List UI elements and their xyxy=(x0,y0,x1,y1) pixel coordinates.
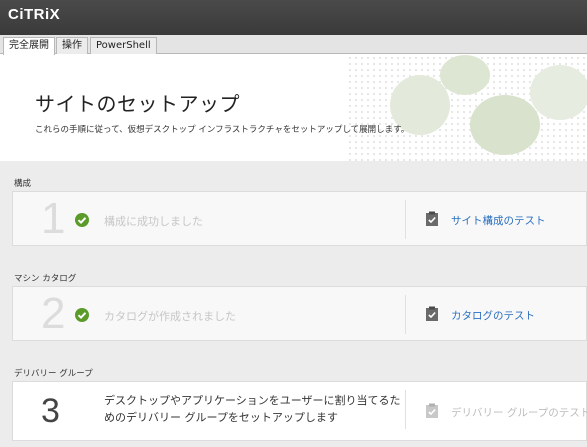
page-subtitle: これらの手順に従って、仮想デスクトップ インフラストラクチャをセットアップして展… xyxy=(35,125,410,135)
step-card-configuration: 1 構成に成功しました サイト構成のテスト xyxy=(12,191,587,246)
clipboard-check-icon xyxy=(426,306,438,321)
setup-steps: 構成 1 構成に成功しました サイト構成のテスト マシン カタログ 2 カタログ… xyxy=(0,161,587,447)
tab-bar: 完全展開 操作 PowerShell xyxy=(0,35,587,55)
divider xyxy=(405,390,406,429)
section-label-machine-catalog: マシン カタログ xyxy=(14,274,77,284)
tab-full-deployment[interactable]: 完全展開 xyxy=(3,37,55,55)
success-check-icon xyxy=(75,213,89,227)
hero-decoration xyxy=(530,65,587,120)
step-number: 2 xyxy=(41,289,66,338)
test-link-label: カタログのテスト xyxy=(451,310,535,322)
tab-operations[interactable]: 操作 xyxy=(56,37,88,54)
section-label-delivery-group: デリバリー グループ xyxy=(14,369,93,379)
section-label-configuration: 構成 xyxy=(14,179,32,189)
clipboard-check-icon xyxy=(426,403,438,418)
step-status: 構成に成功しました xyxy=(104,215,203,228)
step-card-machine-catalog: 2 カタログが作成されました カタログのテスト xyxy=(12,286,587,341)
success-check-icon xyxy=(75,308,89,322)
step-description: デスクトップやアプリケーションをユーザーに割り当てるためのデリバリー グループを… xyxy=(104,394,401,424)
hero-decoration xyxy=(440,55,490,95)
step-card-delivery-group[interactable]: 3 デスクトップやアプリケーションをユーザーに割り当てるためのデリバリー グルー… xyxy=(12,381,587,441)
test-link-label: サイト構成のテスト xyxy=(451,215,546,227)
clipboard-check-icon xyxy=(426,211,438,226)
test-link-label: デリバリー グループのテスト xyxy=(451,407,587,419)
tab-powershell[interactable]: PowerShell xyxy=(90,37,157,54)
citrix-logo: CiTRiX xyxy=(8,6,61,23)
hero-banner: サイトのセットアップ これらの手順に従って、仮想デスクトップ インフラストラクチ… xyxy=(0,55,587,161)
step-number: 1 xyxy=(41,194,66,243)
divider xyxy=(405,295,406,334)
step-number: 3 xyxy=(41,392,60,430)
step-status: カタログが作成されました xyxy=(104,310,236,323)
top-bar: CiTRiX xyxy=(0,0,587,35)
divider xyxy=(405,200,406,239)
page-title: サイトのセットアップ xyxy=(35,92,240,116)
hero-decoration xyxy=(470,95,540,155)
